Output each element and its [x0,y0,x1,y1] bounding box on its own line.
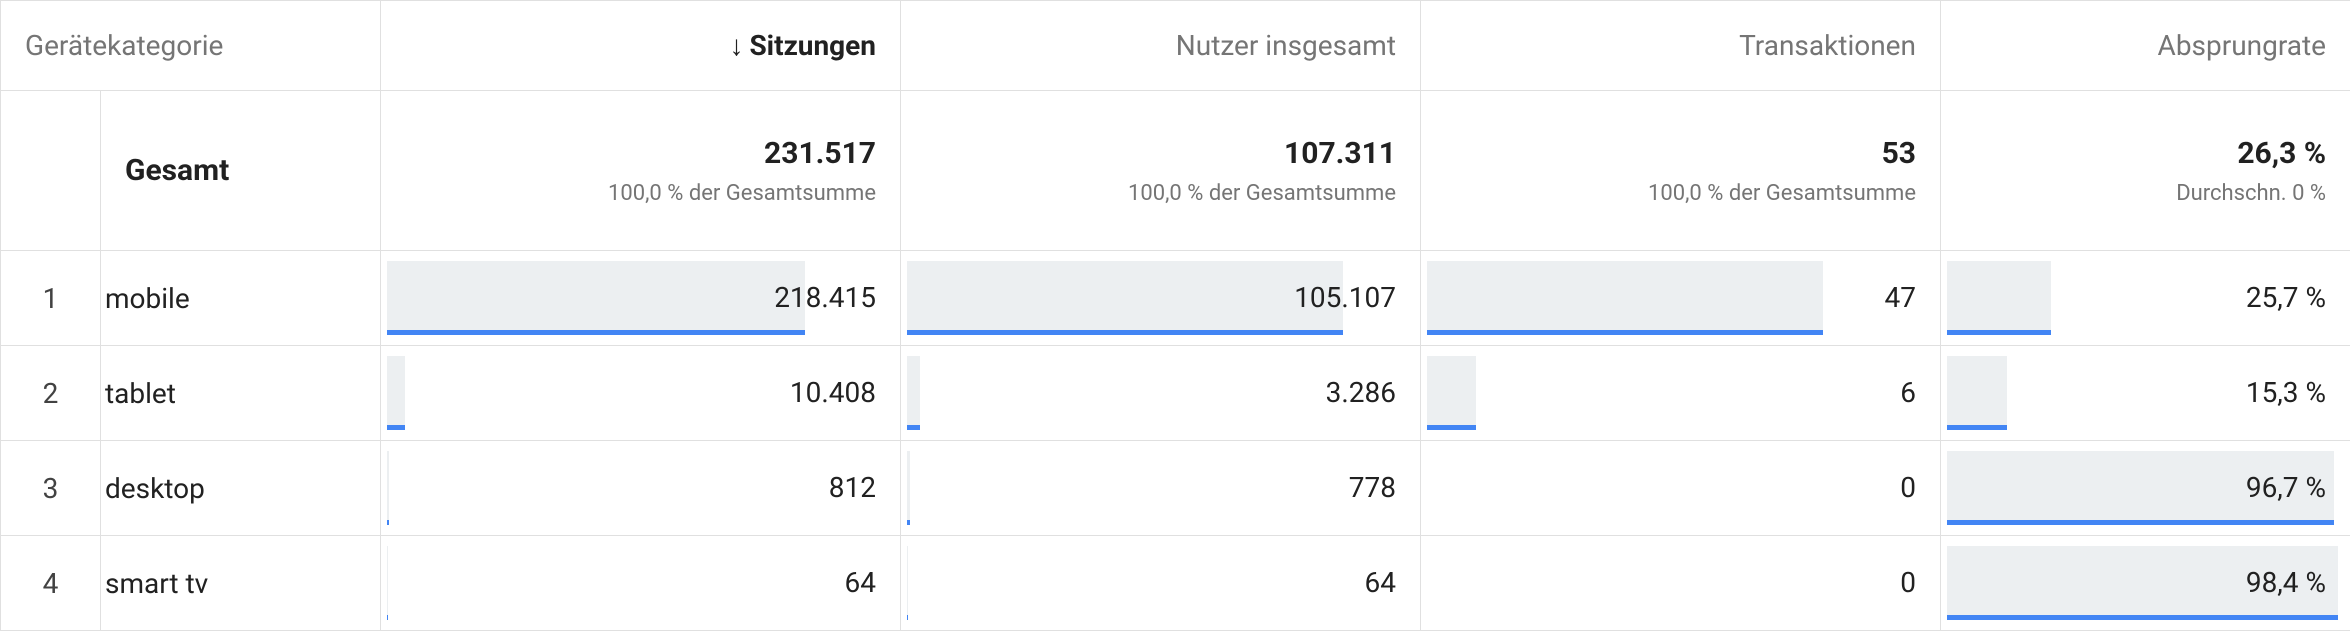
row-metric-value: 10.408 [381,346,900,440]
totals-label-cell: Gesamt [101,91,381,251]
row-metric-value: 98,4 % [1941,536,2350,630]
col-header-transaktionen[interactable]: Transaktionen [1421,1,1941,91]
row-metric: 0 [1421,536,1941,631]
col-header-nutzer-label: Nutzer insgesamt [1176,29,1396,62]
row-metric-value: 47 [1421,251,1940,345]
col-header-nutzer[interactable]: Nutzer insgesamt [901,1,1421,91]
totals-row: Gesamt 231.517 100,0 % der Gesamtsumme 1… [1,91,2350,251]
row-metric-value: 6 [1421,346,1940,440]
row-metric-value: 64 [381,536,900,630]
row-metric-value: 25,7 % [1941,251,2350,345]
totals-sitzungen-value: 231.517 [405,136,876,171]
col-header-sitzungen-label: Sitzungen [749,29,876,62]
row-metric-value: 218.415 [381,251,900,345]
totals-transaktionen-value: 53 [1445,136,1916,171]
row-metric-value: 105.107 [901,251,1420,345]
row-metric-value: 64 [901,536,1420,630]
sort-desc-icon: ↓ [729,29,743,62]
row-metric-value: 96,7 % [1941,441,2350,535]
table-row[interactable]: 4smart tv6464098,4 % [1,536,2350,631]
row-metric: 64 [381,536,901,631]
totals-idx [1,91,101,251]
row-metric: 105.107 [901,251,1421,346]
analytics-table: Gerätekategorie ↓Sitzungen Nutzer insges… [0,0,2350,631]
row-index: 1 [1,251,101,346]
totals-absprungrate-value: 26,3 % [1965,136,2326,171]
row-metric: 25,7 % [1941,251,2350,346]
table-row[interactable]: 1mobile218.415105.1074725,7 % [1,251,2350,346]
table-header-row: Gerätekategorie ↓Sitzungen Nutzer insges… [1,1,2350,91]
row-category[interactable]: desktop [101,441,381,536]
totals-nutzer-value: 107.311 [925,136,1396,171]
col-header-category[interactable]: Gerätekategorie [1,1,381,91]
row-metric: 0 [1421,441,1941,536]
row-metric: 812 [381,441,901,536]
row-metric: 3.286 [901,346,1421,441]
totals-nutzer-sub: 100,0 % der Gesamtsumme [925,181,1396,206]
row-category[interactable]: smart tv [101,536,381,631]
row-metric: 218.415 [381,251,901,346]
row-category[interactable]: mobile [101,251,381,346]
totals-absprungrate-sub: Durchschn. 0 % [1965,181,2326,206]
row-metric-value: 812 [381,441,900,535]
row-index: 4 [1,536,101,631]
row-index: 2 [1,346,101,441]
row-metric-value: 0 [1421,441,1940,535]
totals-sitzungen: 231.517 100,0 % der Gesamtsumme [381,91,901,251]
totals-transaktionen-sub: 100,0 % der Gesamtsumme [1445,181,1916,206]
totals-absprungrate: 26,3 % Durchschn. 0 % [1941,91,2350,251]
row-metric: 64 [901,536,1421,631]
row-metric: 96,7 % [1941,441,2350,536]
col-header-transaktionen-label: Transaktionen [1739,29,1916,62]
row-metric-value: 15,3 % [1941,346,2350,440]
row-metric: 98,4 % [1941,536,2350,631]
table-row[interactable]: 2tablet10.4083.286615,3 % [1,346,2350,441]
col-header-category-label: Gerätekategorie [25,29,223,62]
totals-nutzer: 107.311 100,0 % der Gesamtsumme [901,91,1421,251]
row-metric-value: 0 [1421,536,1940,630]
row-metric-value: 3.286 [901,346,1420,440]
row-metric: 15,3 % [1941,346,2350,441]
row-metric: 47 [1421,251,1941,346]
totals-transaktionen: 53 100,0 % der Gesamtsumme [1421,91,1941,251]
row-metric-value: 778 [901,441,1420,535]
totals-sitzungen-sub: 100,0 % der Gesamtsumme [405,181,876,206]
row-metric: 6 [1421,346,1941,441]
col-header-absprungrate[interactable]: Absprungrate [1941,1,2350,91]
col-header-sitzungen[interactable]: ↓Sitzungen [381,1,901,91]
col-header-absprungrate-label: Absprungrate [2158,29,2326,62]
row-category[interactable]: tablet [101,346,381,441]
table-row[interactable]: 3desktop812778096,7 % [1,441,2350,536]
totals-label: Gesamt [125,153,229,188]
row-metric: 778 [901,441,1421,536]
row-index: 3 [1,441,101,536]
row-metric: 10.408 [381,346,901,441]
